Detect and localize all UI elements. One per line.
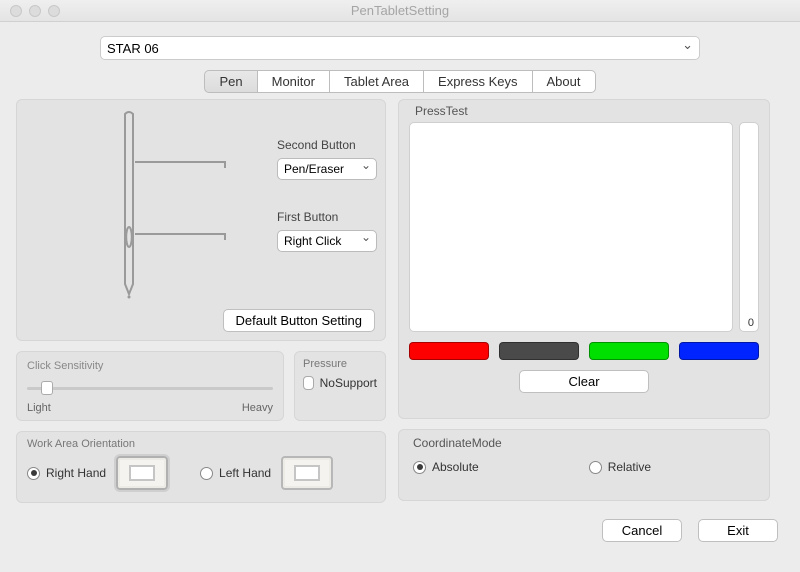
first-button-label: First Button [277, 210, 377, 224]
press-test-gauge: 0 [739, 122, 759, 332]
coordinate-mode-title: CoordinateMode [413, 436, 755, 450]
color-swatch-blue[interactable] [679, 342, 759, 360]
footer: Cancel Exit [16, 519, 784, 542]
right-hand-label: Right Hand [46, 466, 106, 480]
press-test-title: PressTest [415, 104, 759, 118]
pen-illustration-icon [25, 106, 255, 316]
nosupport-label: NoSupport [320, 376, 377, 390]
clear-button[interactable]: Clear [519, 370, 649, 393]
orientation-panel: Work Area Orientation Right Hand Left Ha… [16, 431, 386, 503]
slider-thumb-icon[interactable] [41, 381, 53, 395]
pressure-panel: Pressure NoSupport [294, 351, 386, 421]
slider-label-light: Light [27, 402, 51, 414]
device-select[interactable]: STAR 06 [100, 36, 700, 60]
tab-express-keys[interactable]: Express Keys [424, 70, 532, 93]
press-test-panel: PressTest 0 Clear [398, 99, 770, 419]
window-title: PenTabletSetting [0, 3, 800, 18]
coordinate-mode-panel: CoordinateMode Absolute Relative [398, 429, 770, 501]
relative-radio[interactable] [589, 461, 602, 474]
tab-about[interactable]: About [533, 70, 596, 93]
second-button-label: Second Button [277, 138, 377, 152]
cancel-button[interactable]: Cancel [602, 519, 682, 542]
click-sensitivity-slider[interactable] [27, 378, 273, 400]
device-select-wrap: STAR 06 [100, 36, 700, 60]
press-test-canvas[interactable] [409, 122, 733, 332]
color-swatch-red[interactable] [409, 342, 489, 360]
click-sensitivity-panel: Click Sensitivity Light Heavy [16, 351, 284, 421]
right-hand-radio[interactable] [27, 467, 40, 480]
right-hand-tablet-icon[interactable] [116, 456, 168, 490]
color-swatch-green[interactable] [589, 342, 669, 360]
default-button-setting-button[interactable]: Default Button Setting [223, 309, 375, 332]
absolute-radio[interactable] [413, 461, 426, 474]
relative-label: Relative [608, 460, 651, 474]
left-hand-tablet-icon[interactable] [281, 456, 333, 490]
second-button-select[interactable]: Pen/Eraser [277, 158, 377, 180]
nosupport-checkbox[interactable] [303, 376, 314, 390]
tab-monitor[interactable]: Monitor [258, 70, 330, 93]
click-sensitivity-title: Click Sensitivity [27, 360, 273, 372]
slider-label-heavy: Heavy [242, 402, 273, 414]
press-test-value: 0 [748, 317, 754, 329]
pressure-title: Pressure [303, 358, 377, 370]
tab-pen[interactable]: Pen [204, 70, 257, 93]
tab-bar: Pen Monitor Tablet Area Express Keys Abo… [16, 70, 784, 93]
left-hand-label: Left Hand [219, 466, 271, 480]
exit-button[interactable]: Exit [698, 519, 778, 542]
titlebar: PenTabletSetting [0, 0, 800, 22]
color-swatch-dark[interactable] [499, 342, 579, 360]
pen-settings-panel: Second Button Pen/Eraser First Button Ri… [16, 99, 386, 341]
absolute-label: Absolute [432, 460, 479, 474]
orientation-title: Work Area Orientation [27, 438, 375, 450]
left-hand-radio[interactable] [200, 467, 213, 480]
tab-tablet-area[interactable]: Tablet Area [330, 70, 424, 93]
first-button-select[interactable]: Right Click [277, 230, 377, 252]
